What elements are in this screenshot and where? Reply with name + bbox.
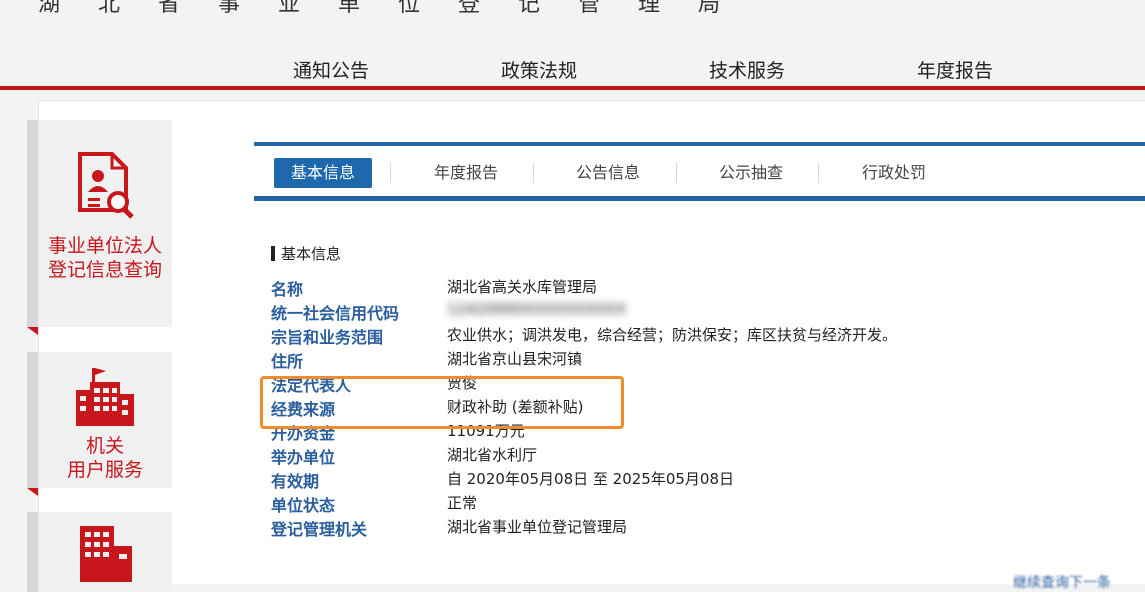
info-key: 单位状态	[271, 496, 336, 515]
info-row: 有效期 自 2020年05月08日 至 2025年05月08日	[271, 468, 1131, 492]
info-row: 登记管理机关 湖北省事业单位登记管理局	[271, 516, 1131, 540]
card-label: 机关 用户服务	[38, 434, 172, 482]
tab-administrative-penalty[interactable]: 行政处罚	[836, 158, 952, 188]
info-key: 登记管理机关	[271, 520, 368, 539]
info-value: 正常	[447, 494, 478, 512]
nav-item-annual-reports[interactable]: 年度报告	[917, 56, 993, 83]
tab-separator	[533, 163, 534, 183]
info-value: 湖北省事业单位登记管理局	[447, 518, 628, 536]
section-title: 基本信息	[271, 243, 341, 264]
tab-public-inspection[interactable]: 公示抽查	[693, 158, 809, 188]
top-navigation: 通知公告 政策法规 技术服务 年度报告	[0, 56, 1145, 84]
card-label-line2: 用户服务	[66, 459, 143, 481]
info-row: 宗旨和业务范围 农业供水；调洪发电，综合经营；防洪保安；库区扶贫与经济开发。	[271, 324, 1131, 348]
site-header: 湖北省事业单位登记管理局 通知公告 政策法规 技术服务 年度报告	[0, 0, 1145, 86]
card-government-user-service[interactable]: 机关 用户服务	[27, 352, 172, 496]
info-key: 名称	[271, 280, 304, 299]
card-label: 事业单位法人 登记信息查询	[38, 234, 172, 282]
tabbar-top-border	[254, 142, 1145, 146]
section-title-text: 基本信息	[281, 245, 342, 263]
building-icon	[80, 526, 132, 582]
card-label-line1: 机关	[85, 435, 124, 457]
info-row: 名称 湖北省高关水库管理局	[271, 276, 1131, 300]
highlight-box	[260, 376, 624, 429]
info-key: 举办单位	[271, 448, 336, 467]
info-value: 自 2020年05月08日 至 2025年05月08日	[447, 470, 735, 488]
tab-annual-report[interactable]: 年度报告	[408, 158, 524, 188]
info-key: 宗旨和业务范围	[271, 328, 384, 347]
card-legal-person-query[interactable]: 事业单位法人 登记信息查询	[27, 120, 172, 335]
card-label-line1: 事业单位法人	[47, 235, 162, 257]
tabbar-bottom-border	[254, 196, 1145, 201]
info-row: 举办单位 湖北省水利厅	[271, 444, 1131, 468]
nav-item-policies[interactable]: 政策法规	[501, 56, 577, 83]
info-value: 湖北省水利厅	[447, 446, 538, 464]
card-flag	[27, 327, 38, 335]
info-value: 湖北省高关水库管理局	[447, 278, 598, 296]
info-value: 湖北省京山县宋河镇	[447, 350, 583, 368]
info-row: 住所 湖北省京山县宋河镇	[271, 348, 1131, 372]
info-value-redacted: 12420000XXXXXXXXXX	[447, 300, 627, 318]
info-value: 农业供水；调洪发电，综合经营；防洪保安；库区扶贫与经济开发。	[447, 326, 898, 344]
card-label-line2: 登记信息查询	[47, 259, 162, 281]
tab-separator	[390, 163, 391, 183]
tab-separator	[818, 163, 819, 183]
info-key: 统一社会信用代码	[271, 304, 400, 323]
header-divider	[0, 86, 1145, 90]
tab-basic-info[interactable]: 基本信息	[274, 158, 372, 188]
info-key: 住所	[271, 352, 304, 371]
info-row: 单位状态 正常	[271, 492, 1131, 516]
section-marker	[271, 246, 275, 261]
site-title-cut: 湖北省事业单位登记管理局	[38, 0, 759, 17]
card-flag	[27, 488, 38, 496]
card-unit-service[interactable]	[27, 512, 172, 592]
info-key: 有效期	[271, 472, 320, 491]
office-building-icon	[76, 368, 134, 426]
tab-separator	[676, 163, 677, 183]
nav-item-tech-services[interactable]: 技术服务	[709, 56, 785, 83]
person-search-icon	[78, 152, 134, 219]
tab-announcements[interactable]: 公告信息	[550, 158, 666, 188]
nav-item-notices[interactable]: 通知公告	[293, 56, 369, 83]
info-row: 统一社会信用代码 12420000XXXXXXXXXX	[271, 300, 1131, 324]
continue-query-link[interactable]: 继续查询下一条	[1013, 572, 1111, 592]
